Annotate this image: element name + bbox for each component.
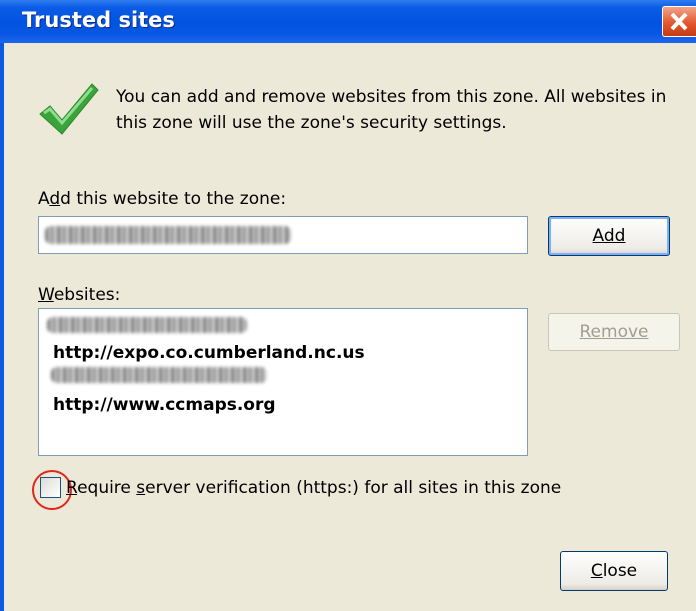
checkmark-icon — [39, 83, 99, 135]
window-frame-left — [0, 43, 4, 611]
title-bar[interactable]: Trusted sites — [0, 0, 696, 43]
add-website-label: Add this website to the zone: — [38, 189, 286, 209]
verification-label-part: equire — [77, 478, 137, 498]
remove-button[interactable]: Remove — [548, 313, 680, 351]
list-item[interactable]: http://www.ccmaps.org — [53, 395, 276, 415]
close-button-label: lose — [602, 561, 638, 581]
websites-label-rest: ebsites: — [53, 285, 121, 305]
redacted-list-item[interactable] — [51, 367, 267, 383]
verification-label-rest: erver verification (https:) for all site… — [145, 478, 562, 498]
close-icon — [670, 12, 688, 31]
list-item[interactable]: http://expo.co.cumberland.nc.us — [53, 343, 365, 363]
verification-label-accesskey2: s — [136, 478, 146, 498]
add-button[interactable]: Add — [548, 216, 670, 256]
close-button-accesskey: C — [590, 561, 603, 581]
websites-list[interactable]: http://expo.co.cumberland.nc.us http://w… — [38, 308, 528, 456]
add-button-label: Add — [592, 226, 626, 246]
trusted-sites-dialog: Trusted sites You can add and remove web… — [0, 0, 696, 611]
verification-label-accesskey: R — [66, 478, 78, 498]
window-title: Trusted sites — [22, 8, 175, 32]
require-verification-label[interactable]: Require server verification (https:) for… — [66, 478, 561, 498]
websites-label-accesskey: W — [38, 285, 54, 305]
zone-description-line2: this zone will use the zone's security s… — [116, 113, 507, 133]
title-close-button[interactable] — [662, 6, 696, 37]
remove-button-label: Remove — [579, 322, 649, 342]
redacted-url-text — [45, 226, 291, 244]
website-url-input[interactable] — [38, 216, 528, 254]
zone-description-line1: You can add and remove websites from thi… — [116, 87, 667, 107]
close-button[interactable]: Close — [560, 551, 668, 591]
add-website-label-rest: d this website to the zone: — [60, 189, 287, 209]
add-website-label-accesskey: d — [49, 189, 61, 209]
zone-description: You can add and remove websites from thi… — [116, 84, 691, 136]
websites-label: Websites: — [38, 285, 120, 305]
redacted-list-item[interactable] — [47, 317, 247, 333]
add-website-label-part: A — [38, 189, 50, 209]
